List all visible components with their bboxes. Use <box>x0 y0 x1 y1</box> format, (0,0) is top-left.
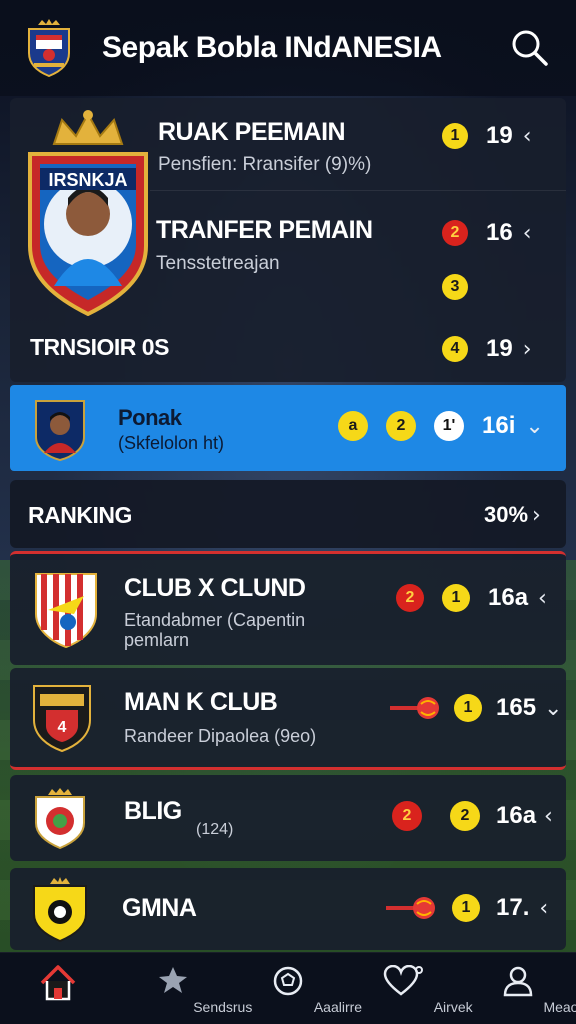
club-stats[interactable]: 1 17. ‹ <box>384 894 548 922</box>
row-subtitle-ruak-peemain: Pensfien: Rransifer (9)%) <box>158 154 372 175</box>
stat-value: 16i <box>482 412 516 439</box>
row-stat-tranfer-pemain[interactable]: 2 16 ‹ <box>442 219 532 247</box>
rank-badge: 2 <box>386 411 416 441</box>
club-name: BLIG <box>124 797 182 825</box>
rank-badge: 2 <box>450 801 480 831</box>
flame-ball-icon <box>388 695 440 721</box>
club-name: MAN K CLUB <box>124 688 278 716</box>
nav-aaalirre[interactable]: Aaalirre <box>238 955 362 1023</box>
club-crest-icon <box>32 876 88 943</box>
user-icon <box>502 965 534 1002</box>
chevron-left-icon[interactable]: ‹ <box>523 221 532 246</box>
row-stat-ruak-peemain[interactable]: 1 19 ‹ <box>442 122 532 150</box>
row-title-transioir: TRNSIOIR 0S <box>30 334 169 360</box>
rank-badge: 1 <box>452 894 480 922</box>
row-divider <box>150 190 566 191</box>
flame-ball-icon <box>384 895 436 921</box>
chevron-left-icon[interactable]: ‹ <box>538 586 547 611</box>
rank-badge: 2 <box>442 220 468 246</box>
chevron-down-icon[interactable]: ⌄ <box>544 696 562 721</box>
club-crest-icon <box>34 570 98 649</box>
row-stat-3: 3 <box>442 274 468 300</box>
bottom-navigation: Sendsrus Aaalirre Airvek Meaoos <box>0 952 576 1024</box>
club-name: CLUB X CLUND <box>124 574 306 602</box>
club-stats[interactable]: 2 1 16a ‹ <box>396 584 547 612</box>
nav-meaoos[interactable]: Meaoos <box>468 955 576 1023</box>
stat-value: 165 <box>496 694 537 721</box>
home-icon <box>38 963 78 1008</box>
club-subtitle: Randeer Dipaolea (9eo) <box>124 726 317 746</box>
chevron-left-icon[interactable]: ‹ <box>523 124 532 149</box>
row-title-tranfer-pemain: TRANFER PEMAIN <box>156 216 373 244</box>
rank-badge: 1 <box>442 123 468 149</box>
highlight-stats[interactable]: a 2 1' 16i ⌄ <box>338 411 544 441</box>
club-crest-icon: 4 <box>32 680 92 753</box>
row-title-ruak-peemain: RUAK PEEMAIN <box>158 118 346 146</box>
player-avatar <box>34 397 86 462</box>
club-row[interactable]: GMNA 1 17. ‹ <box>10 868 566 950</box>
stat-value: 19 <box>486 122 513 149</box>
chevron-down-icon[interactable]: ⌄ <box>525 414 543 439</box>
rank-badge: 2 <box>396 584 424 612</box>
rank-badge: 4 <box>442 336 468 362</box>
stat-value: 16a <box>496 802 537 829</box>
nav-label: Meaoos <box>543 998 576 1015</box>
nav-sendsrus[interactable]: Sendsrus <box>123 955 252 1023</box>
soccer-ball-icon <box>272 965 304 1002</box>
club-row[interactable]: BLIG (124) 2 2 16a ‹ <box>10 775 566 861</box>
club-stats[interactable]: 2 2 16a ‹ <box>392 801 553 831</box>
ranking-title: RANKING <box>28 502 132 528</box>
club-stats[interactable]: 1 165 ⌄ <box>388 694 562 722</box>
heart-icon <box>383 964 424 1002</box>
club-name: GMNA <box>122 894 197 922</box>
rank-badge: 1' <box>434 411 464 441</box>
rank-badge: 3 <box>442 274 468 300</box>
svg-text:4: 4 <box>58 719 67 736</box>
club-row[interactable]: CLUB X CLUND Etandabmer (Capentin pemlar… <box>10 551 566 665</box>
nav-airvek[interactable]: Airvek <box>353 955 473 1023</box>
club-subtitle: (124) <box>196 821 234 838</box>
rank-badge: 2 <box>392 801 422 831</box>
chevron-right-icon[interactable]: › <box>532 503 541 528</box>
stat-value: 17. <box>496 894 530 921</box>
player-crest-image: IRSNKJA <box>24 106 152 317</box>
star-icon <box>156 965 190 1000</box>
chevron-left-icon[interactable]: ‹ <box>544 804 553 829</box>
rank-badge: 1 <box>454 694 482 722</box>
row-stat-transioir[interactable]: 4 19 › <box>442 335 532 363</box>
stat-value: 16 <box>486 219 513 246</box>
shield-crest-icon[interactable] <box>26 19 72 78</box>
app-title: Sepak Bobla INdANESIA <box>102 31 442 64</box>
svg-text:IRSNKJA: IRSNKJA <box>48 170 127 190</box>
club-subtitle: Etandabmer (Capentin <box>124 610 306 630</box>
row-subtitle-tranfer-pemain: Tensstetreajan <box>156 253 280 274</box>
search-icon[interactable] <box>510 28 550 68</box>
rank-badge: 1 <box>442 584 470 612</box>
club-crest-icon <box>34 787 86 850</box>
app-header: Sepak Bobla INdANESIA <box>0 0 576 96</box>
highlight-subtitle: (Skfelolon ht) <box>118 433 225 453</box>
nav-home[interactable] <box>8 955 108 1023</box>
stat-value: 19 <box>486 335 513 362</box>
stat-value: 16a <box>488 584 529 611</box>
ranking-value: 30% <box>484 502 529 527</box>
ranking-stat[interactable]: 30% › <box>484 502 541 528</box>
highlighted-player-row[interactable]: Ponak (Skfelolon ht) a 2 1' 16i ⌄ <box>10 385 566 471</box>
club-subtitle-2: pemlarn <box>124 630 190 650</box>
highlight-title: Ponak <box>118 405 182 430</box>
chevron-left-icon[interactable]: ‹ <box>539 896 548 921</box>
player-card: IRSNKJA RUAK PEEMAIN Pensfien: Rransifer… <box>10 98 566 382</box>
rank-badge: a <box>338 411 368 441</box>
chevron-right-icon[interactable]: › <box>523 337 532 362</box>
club-row[interactable]: 4 MAN K CLUB Randeer Dipaolea (9eo) 1 16… <box>10 668 566 770</box>
ranking-header[interactable]: RANKING 30% › <box>10 480 566 548</box>
